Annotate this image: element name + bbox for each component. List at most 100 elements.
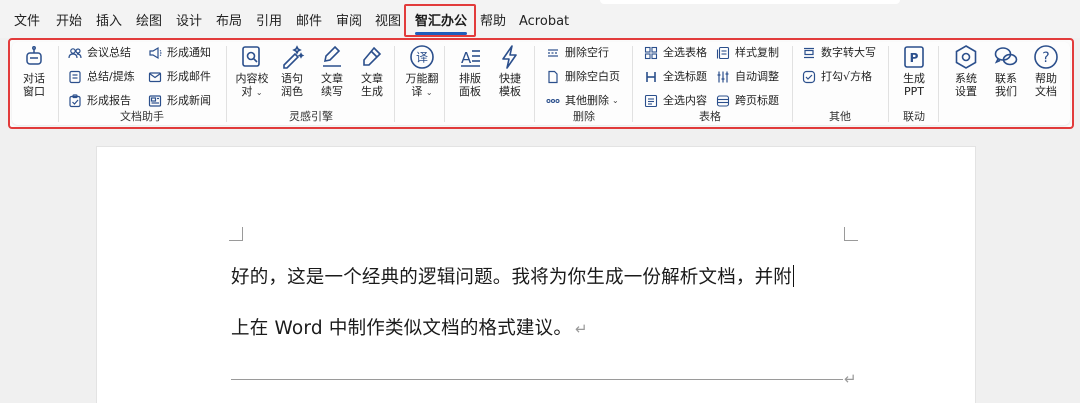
form-notice-button[interactable]: 形成通知 (148, 44, 211, 62)
lines-icon (548, 49, 558, 57)
system-settings-button[interactable]: 系统 设置 (946, 44, 986, 98)
delete-blank-page-button[interactable]: 删除空白页 (546, 68, 620, 86)
select-all-headings-button[interactable]: 全选标题 (644, 68, 707, 86)
translate-icon: 译 (410, 45, 434, 69)
tab-insert[interactable]: 插入 (96, 14, 122, 30)
svg-text:A: A (461, 49, 472, 67)
generate-ppt-button[interactable]: P 生成 PPT (894, 44, 934, 98)
tab-review[interactable]: 审阅 (336, 14, 362, 30)
tab-view[interactable]: 视图 (375, 14, 401, 30)
select-table-icon (644, 46, 658, 60)
group-separator (534, 46, 535, 122)
group-support: 系统 设置 联系 我们 ? 帮助 文档 (940, 42, 1070, 128)
tab-help[interactable]: 帮助 (480, 14, 506, 30)
check-box-mark-label: 打勾√方格 (821, 70, 873, 83)
quick-template-label: 快捷 模板 (499, 72, 521, 98)
content-proofread-button[interactable]: 内容校 对 ⌄ (232, 44, 272, 99)
article-generate-button[interactable]: 文章 生成 (352, 44, 392, 98)
newspaper-icon (148, 95, 162, 107)
tab-design[interactable]: 设计 (176, 14, 202, 30)
crop-mark-top-right (844, 227, 858, 241)
content-proofread-label: 内容校 对 ⌄ (232, 72, 272, 99)
envelope-icon (148, 72, 162, 83)
text-layout-icon: A (461, 49, 480, 67)
universal-translate-text: 万能翻 译 (405, 72, 439, 98)
contact-us-label: 联系 我们 (995, 72, 1017, 98)
number-to-uppercase-button[interactable]: 数字转大写 (802, 44, 876, 62)
check-box-mark-button[interactable]: 打勾√方格 (802, 68, 872, 86)
sentence-polish-button[interactable]: 语句 润色 (272, 44, 312, 98)
delete-blank-page-label: 删除空白页 (565, 70, 620, 83)
summary-extract-button[interactable]: 总结/提炼 (68, 68, 135, 86)
delete-empty-lines-label: 删除空行 (565, 46, 609, 59)
universal-translate-button[interactable]: 译 万能翻 译 ⌄ (400, 44, 444, 99)
ribbon: 对话 窗口 会议总结 总结/提炼 形成报告 形成通知 形成邮件 形成新闻 文档助… (12, 42, 1070, 125)
group-table: 全选表格 全选标题 全选内容 样式复制 自动调整 跨页标题 表格 (634, 42, 792, 128)
blank-page-icon (548, 70, 558, 84)
clipboard-check-icon (69, 94, 81, 108)
more-dots-icon (546, 98, 560, 104)
horizontal-rule (231, 379, 843, 380)
tab-file[interactable]: 文件 (14, 14, 40, 30)
robot-icon (26, 46, 42, 65)
form-email-button[interactable]: 形成邮件 (148, 68, 211, 86)
magic-pen-icon (283, 45, 305, 69)
copy-style-button[interactable]: 样式复制 (716, 44, 779, 62)
delete-empty-lines-button[interactable]: 删除空行 (546, 44, 609, 62)
article-continue-button[interactable]: 文章 续写 (312, 44, 352, 98)
group-link: P 生成 PPT 联动 (890, 42, 938, 128)
text-cursor (793, 265, 795, 287)
auto-adjust-button[interactable]: 自动调整 (716, 68, 779, 86)
meeting-summary-button[interactable]: 会议总结 (68, 44, 131, 62)
group-layout-tools: A 排版 面板 快捷 模板 (446, 42, 534, 128)
sentence-polish-label: 语句 润色 (281, 72, 303, 98)
contact-us-button[interactable]: 联系 我们 (986, 44, 1026, 98)
group-separator (888, 46, 889, 122)
group-label-doc-assistant: 文档助手 (120, 110, 164, 123)
dialog-window-label: 对话 窗口 (23, 72, 45, 98)
active-tab-highlight (404, 4, 476, 37)
group-label-inspiration: 灵感引擎 (289, 110, 333, 123)
copy-format-icon (716, 46, 730, 60)
auto-adjust-label: 自动调整 (735, 70, 779, 83)
pen-write-icon (323, 45, 341, 67)
repeat-header-button[interactable]: 跨页标题 (716, 92, 779, 110)
article-generate-label: 文章 生成 (361, 72, 383, 98)
heading-icon (646, 72, 656, 82)
paragraph-mark-icon: ↵ (575, 320, 588, 338)
quick-template-button[interactable]: 快捷 模板 (490, 44, 530, 98)
form-email-label: 形成邮件 (167, 70, 211, 83)
tab-acrobat[interactable]: Acrobat (519, 14, 569, 30)
select-all-content-button[interactable]: 全选内容 (644, 92, 707, 110)
content-proofread-text: 内容校 对 (235, 72, 269, 98)
group-label-link: 联动 (903, 110, 925, 123)
svg-text:译: 译 (416, 51, 428, 65)
repeat-header-label: 跨页标题 (735, 94, 779, 107)
help-docs-label: 帮助 文档 (1035, 72, 1057, 98)
tab-draw[interactable]: 绘图 (136, 14, 162, 30)
tab-references[interactable]: 引用 (256, 14, 282, 30)
tab-home[interactable]: 开始 (56, 14, 82, 30)
group-separator (226, 46, 227, 122)
tab-layout[interactable]: 布局 (216, 14, 242, 30)
document-page[interactable]: 好的，这是一个经典的逻辑问题。我将为你生成一份解析文档，并附 上在 Word 中… (96, 146, 976, 403)
select-all-tables-label: 全选表格 (663, 46, 707, 59)
check-circle-icon (802, 70, 816, 84)
dialog-window-button[interactable]: 对话 窗口 (14, 44, 54, 98)
gear-icon (955, 45, 977, 69)
select-all-tables-button[interactable]: 全选表格 (644, 44, 707, 62)
paragraph-line-2-text: 上在 Word 中制作类似文档的格式建议。 (231, 318, 573, 339)
ppt-icon: P (904, 46, 924, 68)
paragraph-mark-icon: ↵ (844, 370, 857, 388)
form-news-label: 形成新闻 (167, 94, 211, 107)
layout-panel-label: 排版 面板 (459, 72, 481, 98)
crop-mark-top-left (229, 227, 243, 241)
layout-panel-button[interactable]: A 排版 面板 (450, 44, 490, 98)
paragraph-line-2[interactable]: 上在 Word 中制作类似文档的格式建议。 ↵ (231, 314, 588, 340)
paragraph-line-1[interactable]: 好的，这是一个经典的逻辑问题。我将为你生成一份解析文档，并附 (231, 263, 795, 289)
lightning-icon (502, 45, 517, 69)
help-docs-button[interactable]: ? 帮助 文档 (1026, 44, 1066, 98)
group-delete: 删除空行 删除空白页 其他删除 ⌄ 删除 (536, 42, 632, 128)
tab-mailings[interactable]: 邮件 (296, 14, 322, 30)
svg-text:?: ? (1042, 50, 1049, 66)
